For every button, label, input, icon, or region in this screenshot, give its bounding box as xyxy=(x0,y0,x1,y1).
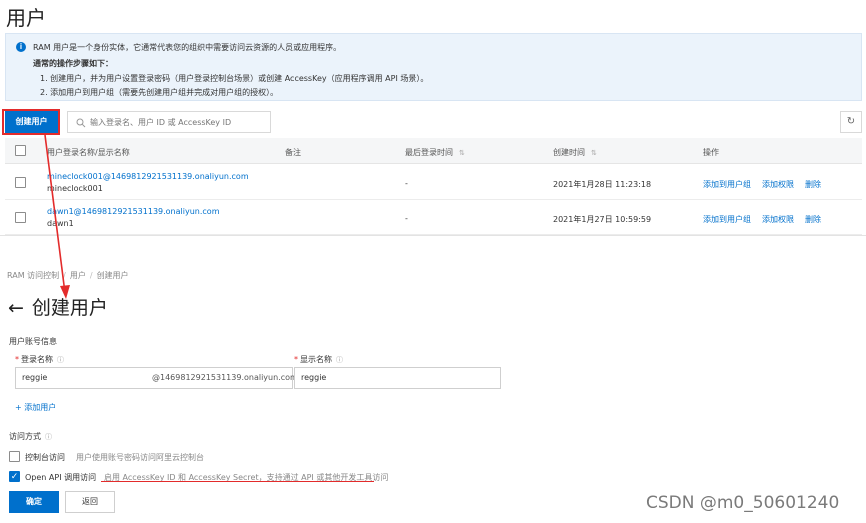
display-name-label: * 显示名称 ⓘ xyxy=(294,355,343,364)
last-login-value: - xyxy=(405,214,408,223)
api-access-label[interactable]: Open API 调用访问 xyxy=(25,472,96,483)
display-name-input[interactable]: reggie xyxy=(294,367,501,389)
info-notice: i RAM 用户是一个身份实体，它通常代表您的组织中需要访问云资源的人员或应用程… xyxy=(5,33,862,101)
console-access-checkbox[interactable] xyxy=(9,451,20,462)
user-list-panel: 用户 i RAM 用户是一个身份实体，它通常代表您的组织中需要访问云资源的人员或… xyxy=(0,0,866,236)
row-checkbox[interactable] xyxy=(15,177,26,188)
user-login-link[interactable]: dawn1@1469812921531139.onaliyun.com xyxy=(47,207,219,216)
confirm-button[interactable]: 确定 xyxy=(9,491,59,513)
column-header-remark: 备注 xyxy=(285,148,301,157)
sort-icon[interactable]: ⇅ xyxy=(459,149,465,157)
user-login-link[interactable]: mineclock001@1469812921531139.onaliyun.c… xyxy=(47,172,249,181)
check-icon: ✓ xyxy=(10,471,19,481)
last-login-value: - xyxy=(405,179,408,188)
login-name-value: reggie xyxy=(22,373,48,382)
search-icon xyxy=(76,118,86,128)
help-icon[interactable]: ⓘ xyxy=(45,433,52,441)
help-icon[interactable]: ⓘ xyxy=(57,356,64,364)
delete-link[interactable]: 删除 xyxy=(805,214,821,225)
breadcrumb-item-users[interactable]: 用户 xyxy=(70,271,86,280)
domain-suffix: @1469812921531139.onaliyun.com xyxy=(152,373,298,382)
refresh-button[interactable]: ↻ xyxy=(840,111,862,133)
back-arrow-icon[interactable]: ← xyxy=(8,297,24,319)
search-input[interactable] xyxy=(90,115,268,130)
table-row: dawn1@1469812921531139.onaliyun.com dawn… xyxy=(5,200,862,235)
access-section-label: 访问方式 ⓘ xyxy=(9,432,52,441)
column-header-created[interactable]: 创建时间 ⇅ xyxy=(553,147,597,158)
help-icon[interactable]: ⓘ xyxy=(336,356,343,364)
notice-line-4: 2. 添加用户到用户组（需要先创建用户组并完成对用户组的授权）。 xyxy=(40,88,279,97)
notice-line-1: RAM 用户是一个身份实体，它通常代表您的组织中需要访问云资源的人员或应用程序。 xyxy=(33,43,342,52)
row-checkbox[interactable] xyxy=(15,212,26,223)
info-icon: i xyxy=(16,42,26,52)
watermark: CSDN @m0_50601240 xyxy=(646,493,840,513)
created-time-value: 2021年1月27日 10:59:59 xyxy=(553,215,652,224)
back-button[interactable]: 返回 xyxy=(65,491,115,513)
delete-link[interactable]: 删除 xyxy=(805,179,821,190)
breadcrumb: RAM 访问控制 / 用户 / 创建用户 xyxy=(7,271,129,280)
user-display-name: mineclock001 xyxy=(47,184,103,193)
console-access-label[interactable]: 控制台访问 xyxy=(25,452,65,463)
column-header-login: 用户登录名称/显示名称 xyxy=(47,148,130,157)
annotation-underline xyxy=(101,481,374,482)
sort-icon[interactable]: ⇅ xyxy=(591,149,597,157)
breadcrumb-item-ram[interactable]: RAM 访问控制 xyxy=(7,271,59,280)
table-row: mineclock001@1469812921531139.onaliyun.c… xyxy=(5,165,862,200)
add-to-group-link[interactable]: 添加到用户组 xyxy=(703,179,751,190)
add-user-link[interactable]: + 添加用户 xyxy=(15,402,56,413)
table-header: 用户登录名称/显示名称 备注 最后登录时间 ⇅ 创建时间 ⇅ 操作 xyxy=(5,138,862,164)
user-display-name: dawn1 xyxy=(47,219,74,228)
user-search[interactable] xyxy=(67,111,271,133)
add-to-group-link[interactable]: 添加到用户组 xyxy=(703,214,751,225)
create-page-title: ← 创建用户 xyxy=(8,297,108,319)
column-header-actions: 操作 xyxy=(703,148,719,157)
display-name-value: reggie xyxy=(301,373,327,382)
page-title: 用户 xyxy=(6,6,46,30)
refresh-icon: ↻ xyxy=(846,116,856,127)
created-time-value: 2021年1月28日 11:23:18 xyxy=(553,180,652,189)
add-permission-link[interactable]: 添加权限 xyxy=(762,214,794,225)
api-access-checkbox[interactable]: ✓ xyxy=(9,471,20,482)
add-permission-link[interactable]: 添加权限 xyxy=(762,179,794,190)
notice-line-3: 1. 创建用户，并为用户设置登录密码（用户登录控制台场景）或创建 AccessK… xyxy=(40,74,429,83)
breadcrumb-item-create: 创建用户 xyxy=(96,271,129,280)
login-name-label: * 登录名称 ⓘ xyxy=(15,355,64,364)
notice-line-2: 通常的操作步骤如下： xyxy=(33,59,113,68)
column-header-last-login[interactable]: 最后登录时间 ⇅ xyxy=(405,147,465,158)
console-access-desc: 用户使用账号密码访问阿里云控制台 xyxy=(76,453,204,462)
select-all-checkbox[interactable] xyxy=(15,145,26,156)
annotation-highlight-box xyxy=(2,109,60,135)
account-section-label: 用户账号信息 xyxy=(9,337,57,346)
